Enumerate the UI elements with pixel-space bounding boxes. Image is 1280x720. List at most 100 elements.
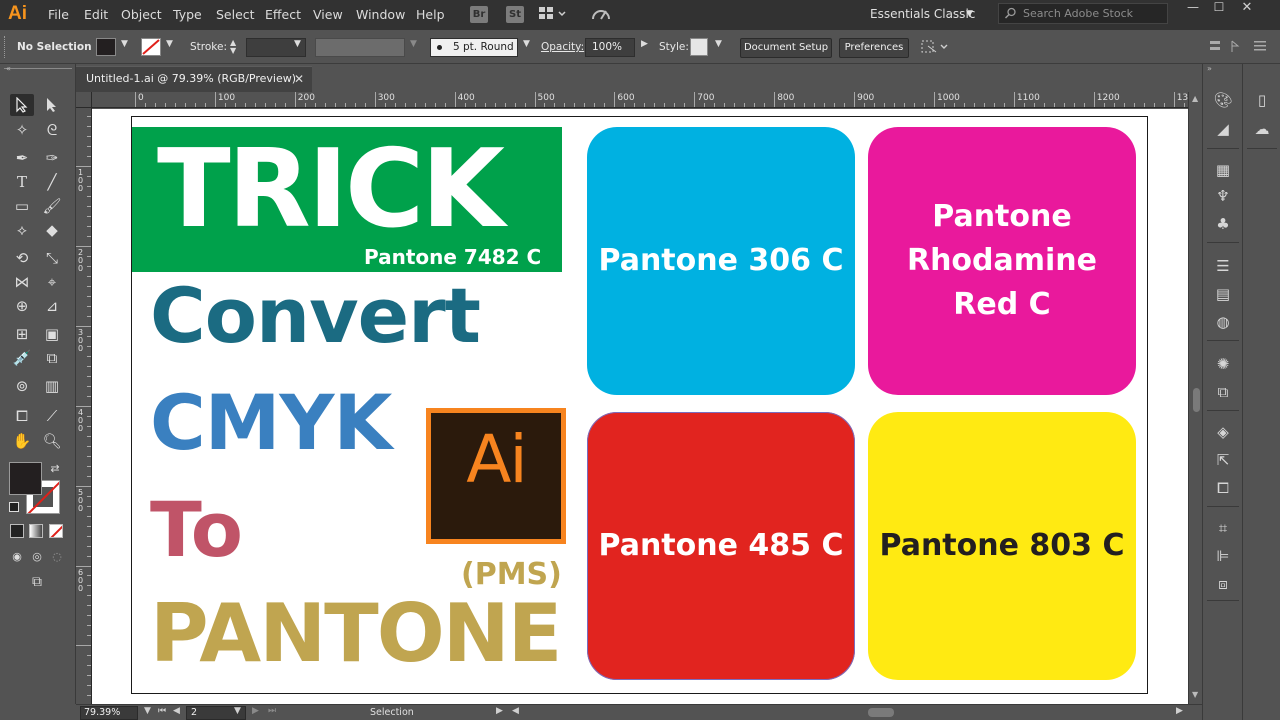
graphic-style-swatch[interactable] — [690, 38, 708, 56]
chevron-down-icon[interactable]: ▼ — [166, 39, 173, 49]
bridge-button[interactable]: Br — [470, 6, 488, 23]
transform-icon[interactable] — [920, 38, 950, 59]
swatch-card-485c[interactable]: Pantone 485 C — [587, 412, 855, 680]
scroll-down-icon[interactable]: ▼ — [1192, 690, 1198, 699]
stock-search-input[interactable]: Search Adobe Stock — [998, 3, 1168, 24]
shaper-tool-icon[interactable]: ⟡ — [10, 219, 34, 241]
last-artboard-icon[interactable]: ⏭ — [268, 706, 276, 716]
chevron-down-icon[interactable]: ▼ — [410, 39, 417, 49]
word-pantone[interactable]: PANTONE — [150, 587, 562, 680]
gradient-panel-icon[interactable]: ▤ — [1211, 282, 1235, 306]
column-graph-tool-icon[interactable]: ▥ — [40, 375, 64, 397]
artboards-panel-icon[interactable]: ⧠ — [1211, 476, 1235, 500]
pathfinder-panel-icon[interactable]: ⧈ — [1211, 572, 1235, 596]
free-transform-tool-icon[interactable]: ⌖ — [40, 271, 64, 293]
menu-type[interactable]: Type — [173, 7, 202, 22]
document-tab[interactable]: Untitled-1.ai @ 79.39% (RGB/Preview) ✕ — [76, 66, 312, 92]
eyedropper-tool-icon[interactable]: 💉 — [10, 347, 34, 369]
magic-wand-tool-icon[interactable]: ✧ — [10, 119, 34, 141]
chevron-down-icon[interactable]: ▼ — [715, 39, 722, 49]
word-to[interactable]: To — [150, 485, 243, 574]
none-mode-icon[interactable] — [49, 524, 63, 538]
perspective-grid-tool-icon[interactable]: ⊿ — [40, 295, 64, 317]
collapse-icon[interactable]: « — [6, 64, 11, 73]
color-mode-icon[interactable] — [10, 524, 24, 538]
document-setup-button[interactable]: Document Setup — [740, 38, 832, 58]
horizontal-ruler[interactable]: 0 100 200 300 400 500 600 700 800 900 1000 1100 1200… — [92, 92, 1188, 108]
chevron-down-icon[interactable]: ▼ — [121, 39, 128, 49]
blend-tool-icon[interactable]: ⧉ — [40, 347, 64, 369]
menu-view[interactable]: View — [313, 7, 343, 22]
gradient-tool-icon[interactable]: ▣ — [40, 323, 64, 345]
fill-swatch-large-front[interactable] — [9, 462, 42, 495]
swatch-card-rhodamine[interactable]: Pantone Rhodamine Red C — [868, 127, 1136, 395]
chevron-down-icon[interactable]: ▼ — [144, 706, 151, 716]
ruler-origin[interactable] — [76, 92, 92, 108]
collapse-icon[interactable]: » — [1207, 64, 1212, 73]
transform-panel-icon[interactable]: ⌗ — [1211, 516, 1235, 540]
graphic-styles-panel-icon[interactable]: ⧉ — [1211, 380, 1235, 404]
chevron-down-icon[interactable]: ▼ — [523, 39, 530, 49]
gradient-mode-icon[interactable] — [29, 524, 43, 538]
symbols-panel-icon[interactable]: ♣ — [1211, 212, 1235, 236]
menu-help[interactable]: Help — [416, 7, 445, 22]
menu-window[interactable]: Window — [356, 7, 405, 22]
brush-definition[interactable]: 5 pt. Round — [430, 38, 518, 57]
eraser-tool-icon[interactable]: ◆ — [40, 219, 64, 241]
fill-color-swatch[interactable] — [96, 38, 116, 56]
symbol-sprayer-tool-icon[interactable]: ⊚ — [10, 375, 34, 397]
mesh-tool-icon[interactable]: ⊞ — [10, 323, 34, 345]
artboard[interactable]: TRICK Pantone 7482 C Convert CMYK To PAN… — [131, 116, 1148, 694]
screen-mode-icon[interactable]: ⧉ — [25, 571, 49, 593]
pen-tool-icon[interactable]: ✒ — [10, 147, 34, 169]
swap-colors-icon[interactable]: ⇄ — [48, 458, 62, 480]
word-convert[interactable]: Convert — [150, 271, 481, 360]
scroll-left-icon[interactable]: ◀ — [512, 706, 519, 716]
preferences-button[interactable]: Preferences — [839, 38, 909, 58]
slice-tool-icon[interactable]: ⟋ — [40, 405, 64, 427]
transparency-panel-icon[interactable]: ◍ — [1211, 310, 1235, 334]
close-window-button[interactable]: ✕ — [1234, 0, 1260, 16]
scale-tool-icon[interactable]: ⤡ — [40, 247, 64, 269]
variable-width-profile[interactable] — [315, 38, 405, 57]
direct-selection-tool-icon[interactable] — [40, 94, 64, 116]
type-tool-icon[interactable]: T — [10, 171, 34, 193]
word-cmyk[interactable]: CMYK — [150, 378, 392, 467]
color-guide-icon[interactable]: ◢ — [1211, 117, 1235, 141]
next-artboard-icon[interactable]: ▶ — [252, 706, 259, 716]
appearance-panel-icon[interactable]: ✺ — [1211, 352, 1235, 376]
stroke-color-swatch[interactable] — [141, 38, 161, 56]
zoom-level-field[interactable]: 79.39% — [80, 706, 138, 720]
status-menu-icon[interactable]: ▶ — [496, 706, 503, 716]
draw-behind-icon[interactable]: ◎ — [28, 546, 46, 568]
color-panel-icon[interactable]: 🎨︎ — [1211, 88, 1235, 112]
swatch-card-803c[interactable]: Pantone 803 C — [868, 412, 1136, 680]
selection-tool-icon[interactable] — [10, 94, 34, 116]
rectangle-tool-icon[interactable]: ▭ — [10, 195, 34, 217]
workspace-switcher[interactable]: Essentials Classic ▼ — [860, 3, 980, 25]
arrange-documents-icon[interactable] — [538, 6, 568, 25]
close-tab-icon[interactable]: ✕ — [294, 67, 304, 91]
swatch-card-306c[interactable]: Pantone 306 C — [587, 127, 855, 395]
draw-normal-icon[interactable]: ◉ — [8, 546, 26, 568]
canvas[interactable]: TRICK Pantone 7482 C Convert CMYK To PAN… — [92, 109, 1188, 704]
vertical-scrollbar[interactable]: ▲ ▼ — [1188, 92, 1202, 704]
chevron-down-icon[interactable]: ▼ — [294, 39, 301, 49]
stock-button[interactable]: St — [506, 6, 524, 23]
shape-builder-tool-icon[interactable]: ⊕ — [10, 295, 34, 317]
width-tool-icon[interactable]: ⋈ — [10, 271, 34, 293]
menu-file[interactable]: File — [48, 7, 69, 22]
restore-button[interactable]: ☐ — [1206, 0, 1232, 16]
menu-edit[interactable]: Edit — [84, 7, 108, 22]
curvature-tool-icon[interactable]: ✑ — [40, 147, 64, 169]
lasso-tool-icon[interactable]: ᘓ — [40, 119, 64, 141]
menu-select[interactable]: Select — [216, 7, 255, 22]
align-panel-icon[interactable]: ⊫ — [1211, 544, 1235, 568]
hand-tool-icon[interactable]: ✋ — [10, 430, 34, 452]
trick-banner[interactable]: TRICK Pantone 7482 C — [132, 127, 562, 272]
draw-inside-icon[interactable]: ◌ — [48, 546, 66, 568]
horizontal-scroll-thumb[interactable] — [868, 708, 894, 717]
chevron-right-icon[interactable]: ▶ — [641, 39, 648, 49]
asset-export-panel-icon[interactable]: ⇱ — [1211, 448, 1235, 472]
menu-effect[interactable]: Effect — [265, 7, 301, 22]
